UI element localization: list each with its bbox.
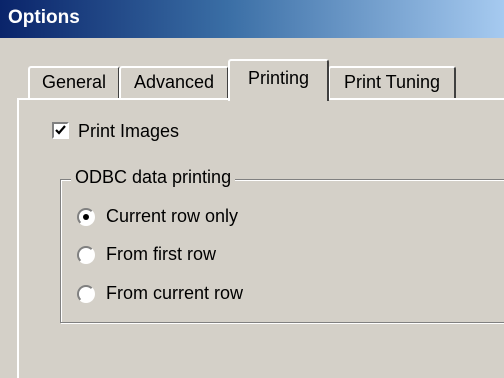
checkmark-icon	[55, 125, 66, 135]
radio-from-first-row-label: From first row	[106, 244, 216, 264]
print-images-label: Print Images	[78, 121, 180, 141]
tab-printing-label: Printing	[247, 68, 310, 88]
title-bar[interactable]: Options	[0, 0, 504, 38]
tab-advanced[interactable]: Advanced	[119, 66, 229, 98]
radio-selected-dot	[83, 214, 89, 220]
radio-from-current-row-button[interactable]	[77, 285, 95, 303]
tab-printing[interactable]: Printing	[228, 59, 329, 101]
tab-general-label: General	[41, 72, 107, 92]
print-images-checkbox[interactable]	[52, 122, 69, 139]
tab-general[interactable]: General	[28, 66, 120, 98]
radio-current-row-only-label: Current row only	[106, 206, 239, 226]
radio-from-first-row-button[interactable]	[77, 246, 95, 264]
tab-print-tuning-label: Print Tuning	[343, 72, 441, 92]
radio-from-current-row-label: From current row	[106, 283, 244, 303]
tab-print-tuning[interactable]: Print Tuning	[328, 66, 456, 98]
window-title: Options	[8, 7, 80, 28]
tab-advanced-label: Advanced	[133, 72, 215, 92]
odbc-printing-legend: ODBC data printing	[71, 167, 236, 188]
radio-current-row-only-button[interactable]	[77, 208, 95, 226]
